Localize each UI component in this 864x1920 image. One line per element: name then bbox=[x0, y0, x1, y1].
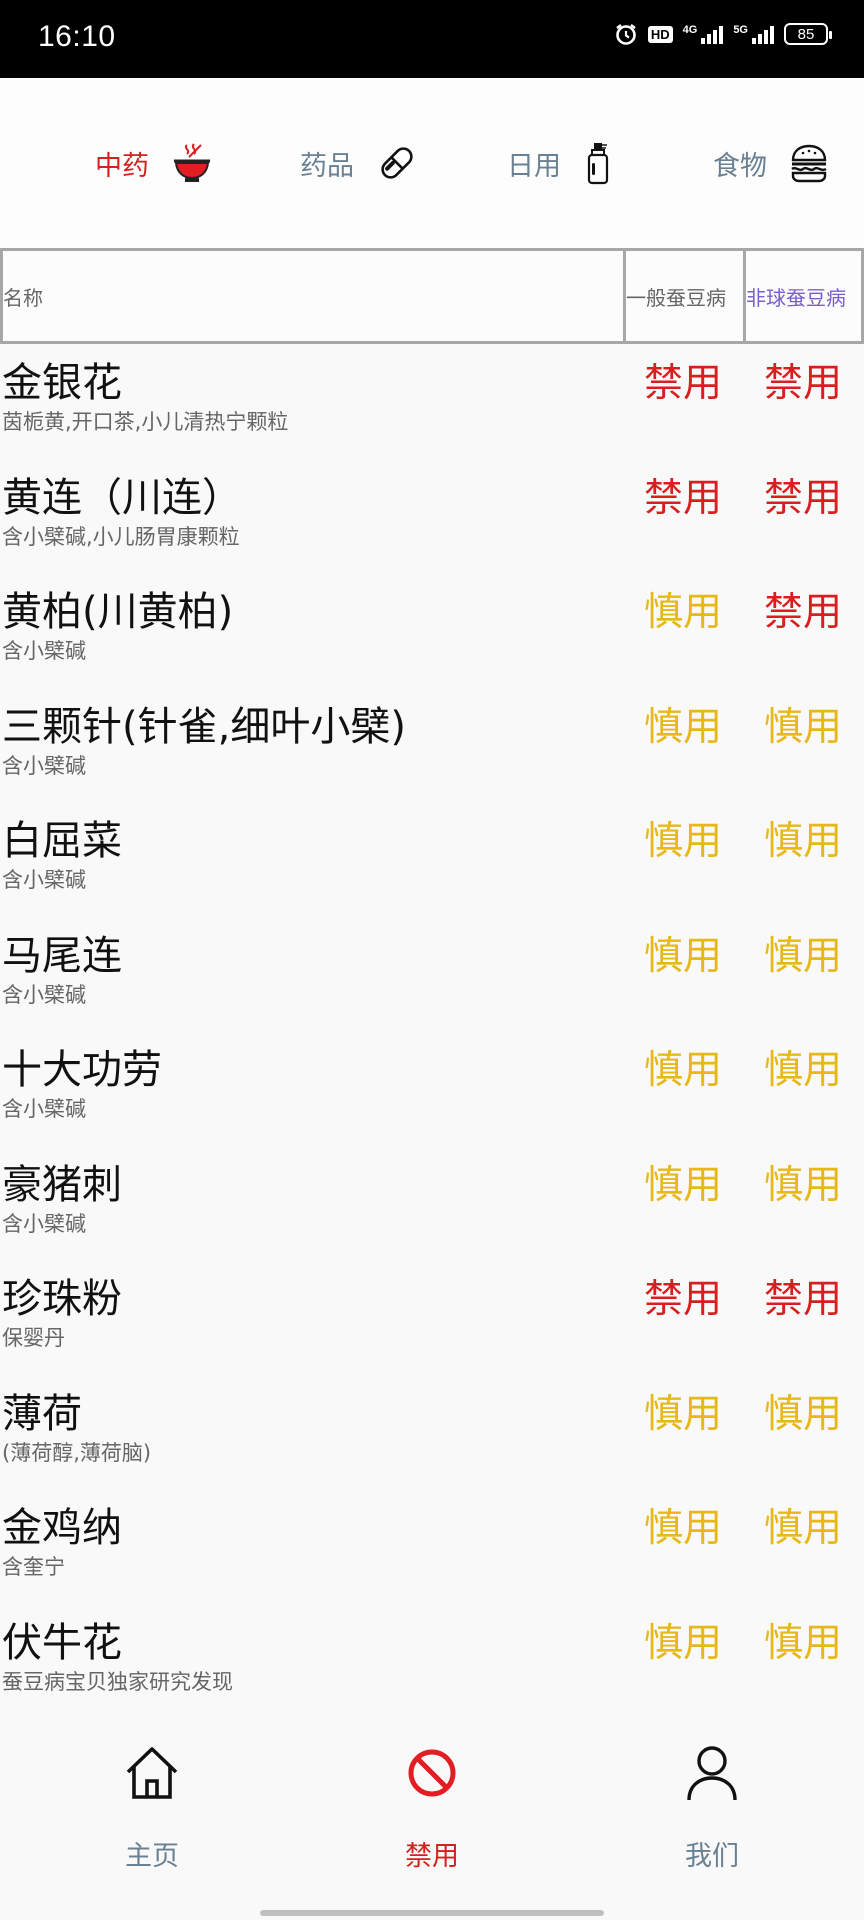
herbal-bowl-icon bbox=[171, 142, 213, 184]
status-general: 禁用 bbox=[643, 1277, 722, 1322]
hd-badge: HD bbox=[647, 25, 673, 43]
item-note: 茵栀黄,开口茶,小儿清热宁颗粒 bbox=[2, 410, 289, 434]
tab-label: 食物 bbox=[713, 150, 767, 182]
tab-food[interactable]: 食物 bbox=[713, 78, 829, 248]
item-name: 黄连（川连） bbox=[2, 474, 242, 521]
table-header: 名称 一般蚕豆病 非球蚕豆病 bbox=[0, 248, 864, 344]
header-non-spherocytic-favism: 非球蚕豆病 bbox=[743, 248, 864, 344]
status-non-spherocytic: 慎用 bbox=[763, 1048, 842, 1093]
tab-label: 药品 bbox=[300, 150, 354, 182]
status-non-spherocytic: 慎用 bbox=[763, 1162, 842, 1208]
list-item[interactable]: 豪猪刺 含小檗碱 慎用 慎用 bbox=[0, 1146, 864, 1261]
list-item[interactable]: 伏牛花 蚕豆病宝贝独家研究发现 慎用 慎用 bbox=[0, 1604, 864, 1719]
status-general: 慎用 bbox=[643, 933, 722, 979]
item-name: 三颗针(针雀,细叶小檗) bbox=[2, 703, 406, 750]
cell-signal-4g-icon: 4G bbox=[683, 24, 724, 44]
status-icons: HD 4G 5G 85 bbox=[614, 22, 832, 46]
prohibited-icon bbox=[407, 1742, 457, 1804]
item-name: 珍珠粉 bbox=[2, 1276, 122, 1322]
status-general: 慎用 bbox=[643, 1506, 722, 1551]
list-item[interactable]: 金银花 茵栀黄,开口茶,小儿清热宁颗粒 禁用 禁用 bbox=[0, 344, 864, 459]
nav-home[interactable]: 主页 bbox=[52, 1716, 252, 1896]
nav-label: 我们 bbox=[685, 1841, 739, 1872]
home-icon bbox=[123, 1742, 181, 1804]
user-icon bbox=[685, 1742, 739, 1804]
list-item[interactable]: 马尾连 含小檗碱 慎用 慎用 bbox=[0, 917, 864, 1032]
status-non-spherocytic: 慎用 bbox=[763, 1391, 842, 1437]
status-general: 慎用 bbox=[643, 1391, 722, 1437]
list-item[interactable]: 白屈菜 含小檗碱 慎用 慎用 bbox=[0, 802, 864, 917]
nav-forbidden[interactable]: 禁用 bbox=[332, 1716, 532, 1896]
status-non-spherocytic: 慎用 bbox=[763, 819, 842, 864]
battery-icon: 85 bbox=[784, 23, 832, 45]
herb-list: 金银花 茵栀黄,开口茶,小儿清热宁颗粒 禁用 禁用 黄连（川连） 含小檗碱,小儿… bbox=[0, 344, 864, 1718]
status-general: 慎用 bbox=[643, 704, 722, 750]
header-general-favism: 一般蚕豆病 bbox=[623, 248, 746, 344]
item-name: 金银花 bbox=[2, 360, 122, 406]
list-item[interactable]: 黄柏(川黄柏) 含小檗碱 慎用 禁用 bbox=[0, 573, 864, 688]
item-note: 含小檗碱 bbox=[2, 982, 86, 1007]
item-note: 含小檗碱 bbox=[2, 1211, 86, 1236]
item-name: 金鸡纳 bbox=[2, 1505, 122, 1551]
list-item[interactable]: 三颗针(针雀,细叶小檗) 含小檗碱 慎用 慎用 bbox=[0, 688, 864, 803]
status-non-spherocytic: 禁用 bbox=[763, 361, 842, 406]
item-name: 伏牛花 bbox=[2, 1619, 122, 1666]
pill-capsule-icon bbox=[376, 142, 418, 184]
status-non-spherocytic: 慎用 bbox=[763, 1506, 842, 1551]
category-tabs: 中药 药品 日用 食物 bbox=[0, 78, 864, 248]
cell-signal-5g-icon: 5G bbox=[733, 24, 774, 44]
status-non-spherocytic: 禁用 bbox=[763, 1277, 842, 1322]
list-item[interactable]: 金鸡纳 含奎宁 慎用 慎用 bbox=[0, 1489, 864, 1604]
item-note: 含小檗碱 bbox=[2, 753, 86, 778]
list-item[interactable]: 十大功劳 含小檗碱 慎用 慎用 bbox=[0, 1031, 864, 1146]
tab-medicine[interactable]: 药品 bbox=[300, 78, 418, 248]
nav-label: 禁用 bbox=[405, 1841, 459, 1872]
status-general: 慎用 bbox=[643, 1048, 722, 1093]
item-name: 薄荷 bbox=[2, 1390, 82, 1437]
list-item[interactable]: 珍珠粉 保婴丹 禁用 禁用 bbox=[0, 1260, 864, 1375]
item-note: 含小檗碱 bbox=[2, 1097, 86, 1121]
status-general: 慎用 bbox=[643, 1620, 722, 1666]
status-general: 禁用 bbox=[643, 475, 722, 521]
status-non-spherocytic: 慎用 bbox=[763, 704, 842, 750]
list-item[interactable]: 黄连（川连） 含小檗碱,小儿肠胃康颗粒 禁用 禁用 bbox=[0, 459, 864, 574]
list-item[interactable]: 薄荷 (薄荷醇,薄荷脑) 慎用 慎用 bbox=[0, 1375, 864, 1490]
item-name: 十大功劳 bbox=[2, 1047, 162, 1093]
item-note: (薄荷醇,薄荷脑) bbox=[2, 1440, 152, 1465]
item-note: 含奎宁 bbox=[2, 1555, 65, 1579]
item-note: 保婴丹 bbox=[2, 1326, 65, 1350]
header-name: 名称 bbox=[0, 248, 626, 344]
status-general: 慎用 bbox=[643, 1162, 722, 1208]
tab-label: 日用 bbox=[507, 150, 561, 182]
nav-label: 主页 bbox=[125, 1841, 179, 1872]
status-non-spherocytic: 慎用 bbox=[763, 1620, 842, 1666]
bottom-nav: 主页 禁用 我们 bbox=[0, 1716, 864, 1920]
status-non-spherocytic: 禁用 bbox=[763, 475, 842, 521]
status-bar: 16:10 HD 4G 5G 85 bbox=[0, 0, 864, 78]
burger-icon bbox=[789, 143, 829, 183]
tab-daily[interactable]: 日用 bbox=[507, 78, 613, 248]
tab-herbal[interactable]: 中药 bbox=[95, 78, 213, 248]
status-non-spherocytic: 慎用 bbox=[763, 933, 842, 979]
status-general: 慎用 bbox=[643, 819, 722, 864]
status-non-spherocytic: 禁用 bbox=[763, 590, 842, 635]
home-indicator[interactable] bbox=[260, 1910, 604, 1916]
status-general: 慎用 bbox=[643, 590, 722, 635]
item-name: 马尾连 bbox=[2, 932, 122, 979]
item-note: 含小檗碱 bbox=[2, 639, 86, 663]
tab-label: 中药 bbox=[95, 150, 149, 182]
nav-about[interactable]: 我们 bbox=[612, 1716, 812, 1896]
item-note: 含小檗碱,小儿肠胃康颗粒 bbox=[2, 524, 240, 549]
item-note: 蚕豆病宝贝独家研究发现 bbox=[2, 1669, 233, 1694]
item-name: 豪猪刺 bbox=[2, 1161, 122, 1208]
alarm-icon bbox=[614, 22, 638, 46]
item-name: 白屈菜 bbox=[2, 818, 122, 864]
spray-bottle-icon bbox=[583, 141, 613, 185]
status-general: 禁用 bbox=[643, 361, 722, 406]
item-note: 含小檗碱 bbox=[2, 868, 86, 892]
item-name: 黄柏(川黄柏) bbox=[2, 589, 234, 635]
status-time: 16:10 bbox=[38, 20, 116, 53]
